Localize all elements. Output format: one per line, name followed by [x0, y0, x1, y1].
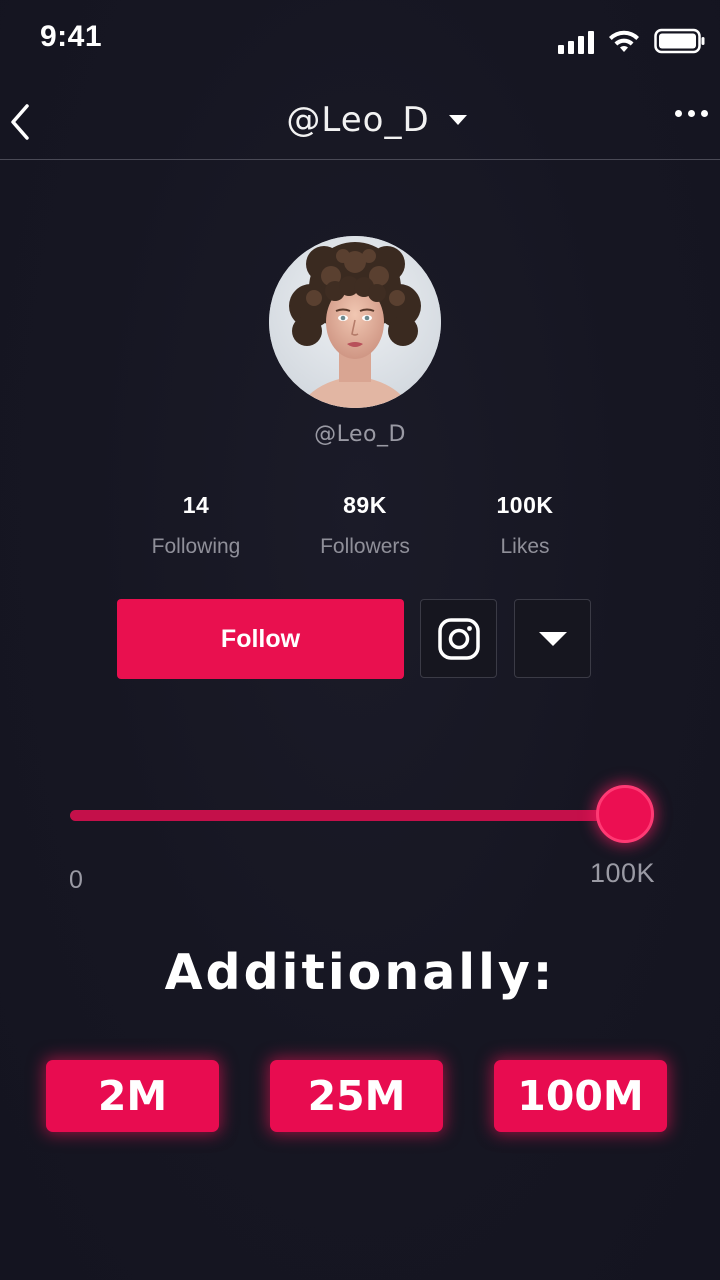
username: @Leo_D [314, 422, 406, 447]
stat-value: 89K [343, 492, 387, 518]
stat-followers[interactable]: 89K Followers [285, 492, 445, 559]
status-icons [558, 24, 706, 54]
option-100m-button[interactable]: 100M [494, 1060, 667, 1132]
additionally-title: Additionally: [164, 944, 556, 1001]
stat-likes[interactable]: 100K Likes [445, 492, 605, 559]
caret-down-icon [448, 115, 467, 125]
status-time: 9:41 [40, 20, 103, 53]
avatar[interactable] [269, 236, 441, 408]
stat-value: 100K [496, 492, 554, 518]
caret-down-icon [538, 631, 567, 646]
account-switcher[interactable]: @Leo_D [0, 100, 720, 140]
status-bar: 9:41 [0, 0, 720, 80]
option-25m-button[interactable]: 25M [270, 1060, 443, 1132]
signal-icon [558, 30, 594, 54]
battery-icon [654, 28, 706, 54]
instagram-icon [437, 617, 480, 660]
instagram-button[interactable] [420, 599, 497, 678]
slider-thumb[interactable] [596, 785, 654, 843]
avatar-photo [269, 236, 441, 408]
top-navigation-bar: @Leo_D [0, 80, 720, 160]
slider-min-label: 0 [69, 866, 83, 894]
stat-value: 14 [182, 492, 210, 518]
more-horizontal-icon [675, 110, 682, 117]
profile-screen: 9:41 @Leo_D @Leo_D 14 Following 89K Foll… [0, 0, 720, 1280]
stat-label: Followers [320, 535, 410, 558]
follow-button[interactable]: Follow [117, 599, 404, 679]
stat-label: Following [151, 535, 241, 558]
wifi-icon [608, 30, 640, 54]
option-2m-button[interactable]: 2M [46, 1060, 219, 1132]
quantity-slider[interactable] [70, 785, 654, 847]
slider-fill [70, 810, 625, 821]
stat-label: Likes [500, 535, 550, 558]
stat-following[interactable]: 14 Following [116, 492, 276, 559]
slider-max-label: 100K [590, 858, 656, 888]
more-options-button[interactable] [675, 110, 708, 117]
header-title: @Leo_D [286, 100, 430, 140]
more-actions-dropdown-button[interactable] [514, 599, 591, 678]
